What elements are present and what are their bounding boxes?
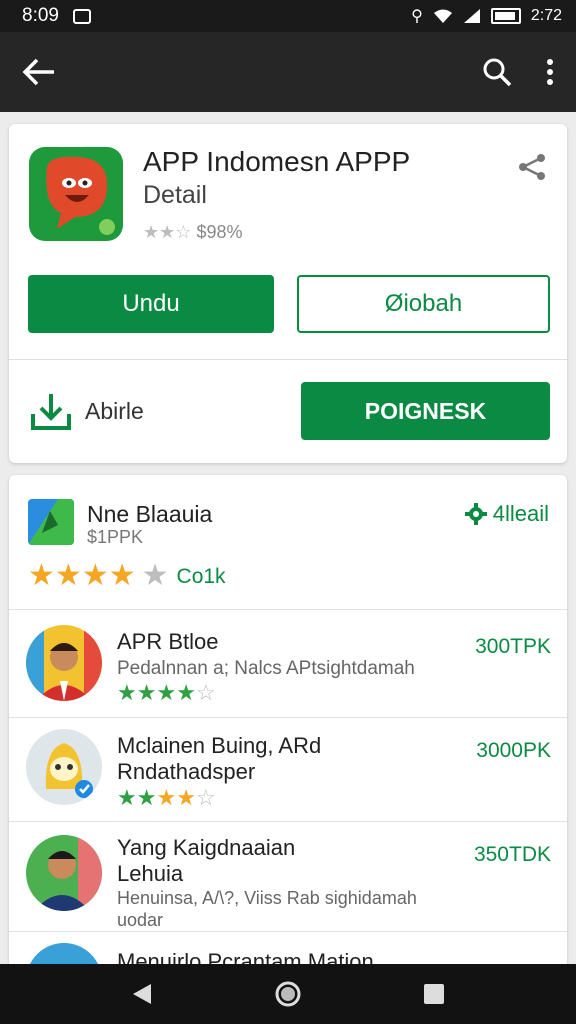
star-icon: ★ [156,680,177,705]
star-icon: ★ [156,785,177,810]
list-item-title: Yang Kaigdnaaian Lehuia [117,835,296,886]
list-item[interactable]: Yang Kaigdnaaian Lehuia Henuinsa, A/\?, … [9,821,567,931]
bluetooth-icon: ⚲ [411,8,423,25]
app-subtitle: Detail [143,181,207,209]
app-icon [29,147,123,241]
app-detail-card: APP Indomesn APPP Detail ★★☆ $98% Undu Ø… [9,124,567,463]
more-vertical-icon[interactable] [546,58,554,86]
related-apps-card: Nne Blaauia $1PPK 4lleail ★ ★ ★ ★ ★ Co1k [9,475,567,975]
battery-text: 2:72 [530,7,562,24]
featured-count: Co1k [176,564,226,588]
arrow-left-icon[interactable] [22,58,56,86]
status-time: 8:09 [22,5,59,26]
star-icon: ★ [159,222,176,242]
featured-title[interactable]: Nne Blaauia [87,501,212,528]
nav-recents-icon[interactable] [423,983,445,1005]
notification-icon [72,8,91,24]
star-icon: ★ [54,559,82,592]
divider [9,359,567,360]
wifi-icon [433,9,452,23]
star-icon: ★ [117,785,137,810]
star-icon: ★ [176,680,196,705]
nav-home-icon[interactable] [274,980,302,1008]
star-icon: ★ [136,680,157,705]
list-item-rating: ★ ★ ★ ★ ☆ [117,787,216,809]
star-icon: ★ [117,680,137,705]
star-icon: ☆ [195,680,216,705]
star-icon: ★ [143,222,160,242]
list-item-title: APR Btloe [117,629,219,654]
featured-badge[interactable]: 4lleail [464,501,549,527]
avatar [26,835,102,911]
star-icon: ★ [141,559,169,592]
app-title: APP Indomesn APPP [143,146,411,177]
secondary-button[interactable]: Øiobah [297,275,550,333]
search-icon[interactable] [482,57,512,87]
star-icon: ★ [28,559,55,592]
gear-icon [464,503,487,525]
list-item[interactable]: Mclainen Buing, ARd Rndathadsper ★ ★ ★ ★ ☆ 3… [9,717,567,821]
list-item-rating: ★ ★ ★ ★ ☆ [117,682,216,704]
star-icon: ☆ [175,222,192,242]
download-icon[interactable] [29,392,73,432]
star-icon: ★ [176,785,196,810]
list-item-title: Mclainen Buing, ARd Rndathadsper [117,733,322,784]
avatar [26,625,102,701]
featured-app-icon[interactable] [28,499,74,545]
star-icon: ★ [136,785,157,810]
primary-action-button[interactable]: POIGNESK [301,382,550,440]
list-item-description: Henuinsa, A/\?, Viiss Rab sighidamah uod… [117,888,417,930]
status-icons: ⚲ 2:72 [411,6,562,26]
app-rating: ★★☆ $98% [143,222,242,243]
status-bar: 8:09 ⚲ 2:72 [0,0,576,32]
list-item-description: Pedalnnan a; Nalcs APtsightdamah [117,658,415,679]
download-label: Abirle [85,398,144,424]
star-icon: ★ [108,559,136,592]
list-item-price[interactable]: 300TPK [475,635,551,659]
app-bar [0,32,576,112]
system-nav-bar [0,964,576,1024]
featured-subtitle: $1PPK [87,527,144,547]
list-item-price[interactable]: 3000PK [476,739,551,763]
install-button[interactable]: Undu [28,275,274,333]
avatar [26,729,102,805]
list-item[interactable]: APR Btloe Pedalnnan a; Nalcs APtsightdam… [9,609,567,717]
signal-icon [463,9,480,23]
battery-icon [490,8,521,24]
featured-badge-label: 4lleail [492,501,549,526]
nav-back-icon[interactable] [131,982,153,1006]
star-icon: ★ [81,559,109,592]
rating-text: $98% [196,222,243,242]
list-item-price[interactable]: 350TDK [474,843,551,867]
share-icon[interactable] [517,152,547,182]
star-icon: ☆ [195,785,216,810]
featured-rating: ★ ★ ★ ★ ★ Co1k [28,561,226,591]
